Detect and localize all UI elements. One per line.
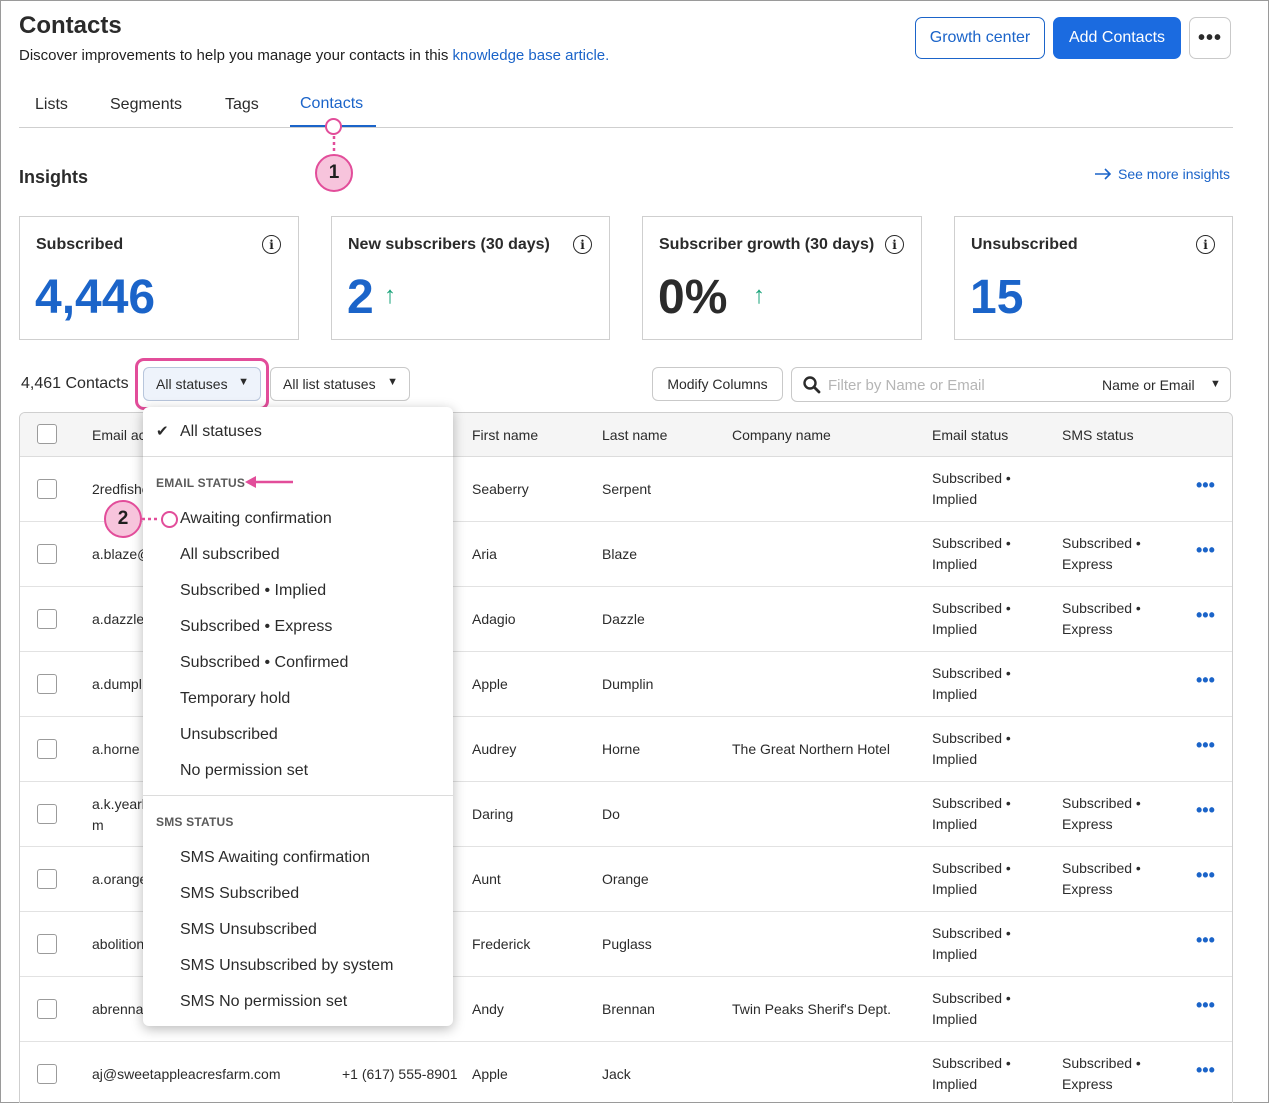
annotation-callout-1: 1 — [315, 154, 353, 192]
annotation-ring-2 — [161, 511, 178, 528]
annotation-ring-1 — [325, 118, 342, 135]
annotation-overlay — [142, 136, 336, 521]
annotation-callout-2: 2 — [104, 500, 142, 538]
